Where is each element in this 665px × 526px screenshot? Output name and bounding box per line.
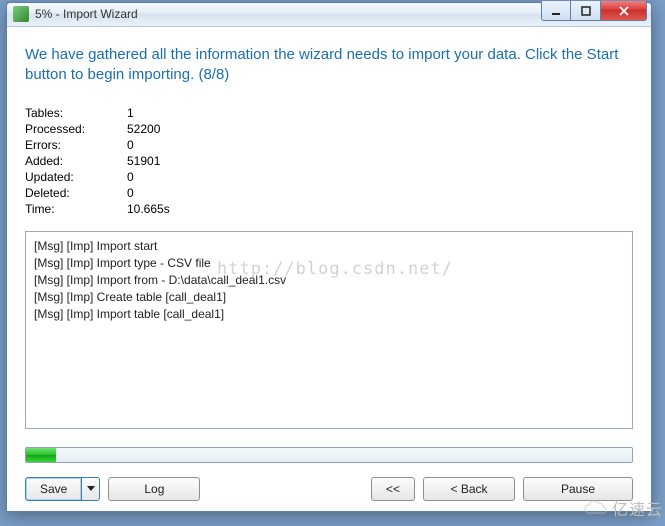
value-deleted: 0 (127, 185, 170, 201)
log-button[interactable]: Log (108, 477, 200, 501)
client-area: We have gathered all the information the… (7, 27, 651, 512)
progress-fill (26, 448, 56, 462)
import-wizard-window: 5% - Import Wizard We have gathered all … (6, 2, 652, 512)
close-button[interactable] (601, 1, 647, 21)
maximize-button[interactable] (571, 1, 601, 21)
value-added: 51901 (127, 153, 170, 169)
value-processed: 52200 (127, 121, 170, 137)
save-dropdown-button[interactable] (82, 477, 100, 501)
label-added: Added: (25, 153, 127, 169)
close-icon (618, 6, 630, 16)
label-deleted: Deleted: (25, 185, 127, 201)
value-time: 10.665s (127, 201, 170, 217)
label-tables: Tables: (25, 105, 127, 121)
label-updated: Updated: (25, 169, 127, 185)
window-controls (541, 1, 647, 21)
first-page-button[interactable]: << (371, 477, 415, 501)
label-time: Time: (25, 201, 127, 217)
log-line: [Msg] [Imp] Import start (34, 238, 624, 255)
title-bar[interactable]: 5% - Import Wizard (7, 3, 651, 27)
save-split-button: Save (25, 477, 100, 501)
back-button[interactable]: < Back (423, 477, 515, 501)
log-textarea[interactable]: [Msg] [Imp] Import start [Msg] [Imp] Imp… (25, 231, 633, 429)
chevron-down-icon (87, 486, 95, 492)
value-errors: 0 (127, 137, 170, 153)
label-processed: Processed: (25, 121, 127, 137)
log-line: [Msg] [Imp] Import type - CSV file (34, 255, 624, 272)
value-tables: 1 (127, 105, 170, 121)
stats-values: 1 52200 0 51901 0 0 10.665s (127, 105, 170, 217)
maximize-icon (581, 6, 591, 16)
pause-button[interactable]: Pause (523, 477, 633, 501)
stats-panel: Tables: Processed: Errors: Added: Update… (25, 105, 633, 217)
button-bar: Save Log << < Back Pause (25, 477, 633, 501)
window-title: 5% - Import Wizard (35, 7, 541, 21)
save-button[interactable]: Save (25, 477, 82, 501)
minimize-button[interactable] (541, 1, 571, 21)
app-icon (13, 6, 29, 22)
wizard-heading: We have gathered all the information the… (25, 45, 633, 86)
label-errors: Errors: (25, 137, 127, 153)
minimize-icon (551, 6, 561, 16)
log-line: [Msg] [Imp] Import table [call_deal1] (34, 306, 624, 323)
log-line: [Msg] [Imp] Create table [call_deal1] (34, 289, 624, 306)
stats-labels: Tables: Processed: Errors: Added: Update… (25, 105, 127, 217)
log-line: [Msg] [Imp] Import from - D:\data\call_d… (34, 272, 624, 289)
progress-bar (25, 447, 633, 463)
value-updated: 0 (127, 169, 170, 185)
